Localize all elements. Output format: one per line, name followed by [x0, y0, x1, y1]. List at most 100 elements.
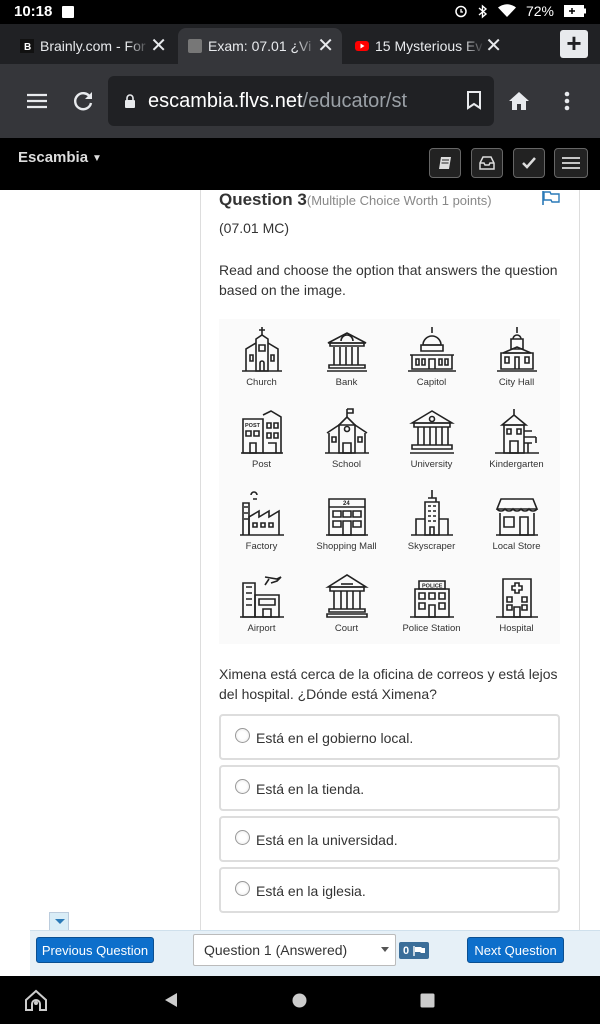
- tab-title: Exam: 07.01 ¿Vi: [208, 38, 312, 54]
- bank-icon: [326, 332, 367, 372]
- flag-icon: [413, 945, 426, 956]
- tab-youtube[interactable]: 15 Mysterious Ev ✕: [345, 28, 510, 64]
- menu-icon[interactable]: [22, 86, 52, 116]
- close-tab-icon[interactable]: ✕: [485, 36, 502, 56]
- answer-option-2[interactable]: Está en la tienda.: [219, 765, 560, 811]
- reload-icon[interactable]: [68, 86, 98, 116]
- home-launcher-icon[interactable]: [24, 989, 48, 1011]
- building-label: Bank: [335, 377, 358, 388]
- flag-question-icon[interactable]: [541, 190, 561, 206]
- new-tab-button[interactable]: +: [560, 30, 588, 58]
- brand-dropdown[interactable]: Escambia ▼: [18, 149, 102, 166]
- youtube-favicon-icon: [355, 39, 369, 53]
- dropdown-arrow-icon: [381, 947, 389, 952]
- collapse-toggle[interactable]: [49, 912, 69, 930]
- home-circle-icon[interactable]: [292, 993, 307, 1008]
- question-select[interactable]: Question 1 (Answered): [193, 934, 396, 966]
- hamburger-button[interactable]: [554, 148, 588, 178]
- battery-icon: [564, 5, 586, 17]
- question-select-value: Question 1 (Answered): [204, 942, 348, 958]
- url-path: /educator/st: [302, 89, 408, 112]
- church-tile: Church: [219, 319, 304, 401]
- tab-title: 15 Mysterious Ev: [375, 38, 483, 54]
- question-instruction: Read and choose the option that answers …: [219, 262, 558, 298]
- recents-icon[interactable]: [420, 993, 435, 1008]
- radio-button[interactable]: [235, 779, 250, 794]
- building-label: Shopping Mall: [316, 541, 377, 552]
- building-label: Police Station: [402, 623, 461, 634]
- building-label: Airport: [247, 623, 276, 634]
- answer-option-4[interactable]: Está en la iglesia.: [219, 867, 560, 913]
- building-label: Post: [251, 459, 271, 470]
- radio-button[interactable]: [235, 830, 250, 845]
- main-content: Question 3(Multiple Choice Worth 1 point…: [0, 190, 600, 976]
- building-label: Hospital: [499, 623, 534, 634]
- skyscraper-tile: Skyscraper: [389, 483, 474, 565]
- local-store-icon: [495, 498, 538, 536]
- inbox-button[interactable]: [471, 148, 503, 178]
- caret-down-icon: [55, 919, 65, 924]
- bluetooth-icon: [478, 3, 488, 19]
- church-icon: [241, 327, 282, 372]
- battery-percent: 72%: [525, 3, 554, 19]
- status-bar: 10:18 72%: [0, 0, 600, 24]
- question-worth: (Multiple Choice Worth 1 points): [306, 193, 492, 208]
- bookmark-icon[interactable]: [466, 90, 482, 110]
- book-icon: [439, 157, 451, 169]
- back-icon[interactable]: [163, 992, 179, 1008]
- city-hall-tile: City Hall: [474, 319, 559, 401]
- tab-exam[interactable]: Exam: 07.01 ¿Vi ✕: [178, 28, 342, 64]
- system-nav-bar: [0, 976, 600, 1024]
- shopping-mall-icon: 24: [325, 498, 368, 536]
- answer-option-3[interactable]: Está en la universidad.: [219, 816, 560, 862]
- post-office-icon: POST: [240, 410, 283, 454]
- tab-bar: B Brainly.com - For ✕ Exam: 07.01 ¿Vi ✕ …: [0, 24, 600, 64]
- brand-label: Escambia: [18, 149, 89, 166]
- close-tab-icon[interactable]: ✕: [317, 36, 334, 56]
- factory-icon: [239, 491, 284, 536]
- question-number: Question 3: [219, 190, 307, 209]
- more-options-icon[interactable]: [552, 86, 582, 116]
- kindergarten-icon: [494, 409, 539, 454]
- previous-question-button[interactable]: Previous Question: [36, 937, 154, 963]
- post-sign: POST: [245, 423, 261, 429]
- flag-count: 0: [403, 944, 410, 957]
- flag-count-badge[interactable]: 0: [399, 942, 429, 959]
- alarm-icon: [455, 5, 467, 18]
- building-label: University: [410, 459, 453, 470]
- option-text: Está en la tienda.: [256, 781, 365, 797]
- next-question-button[interactable]: Next Question: [467, 937, 564, 963]
- building-label: Kindergarten: [489, 459, 544, 470]
- lock-icon: [125, 94, 135, 108]
- option-text: Está en el gobierno local.: [256, 730, 414, 746]
- airport-icon: [239, 576, 284, 618]
- tab-brainly[interactable]: B Brainly.com - For ✕: [10, 28, 175, 64]
- skyscraper-icon: [410, 490, 453, 536]
- radio-button[interactable]: [235, 881, 250, 896]
- mall-sign: 24: [343, 501, 350, 507]
- home-icon[interactable]: [504, 86, 534, 116]
- school-icon: [324, 408, 369, 454]
- address-bar[interactable]: escambia.flvs.net/educator/st: [108, 76, 494, 126]
- building-label: Capitol: [416, 377, 447, 388]
- answer-option-1[interactable]: Está en el gobierno local.: [219, 714, 560, 760]
- wifi-icon: [497, 4, 516, 17]
- book-button[interactable]: [429, 148, 461, 178]
- capitol-tile: Capitol: [389, 319, 474, 401]
- building-label: Local Store: [492, 541, 541, 552]
- question-prompt: Ximena está cerca de la oficina de corre…: [219, 666, 558, 702]
- check-button[interactable]: [513, 148, 545, 178]
- city-hall-icon: [496, 327, 537, 372]
- radio-button[interactable]: [235, 728, 250, 743]
- site-nav: Escambia ▼: [0, 138, 600, 190]
- browser-toolbar: escambia.flvs.net/educator/st: [0, 64, 600, 138]
- buildings-image: Church Bank Capitol City Hall POST Post …: [219, 319, 560, 644]
- question-heading: Question 3(Multiple Choice Worth 1 point…: [219, 190, 492, 210]
- building-label: Skyscraper: [407, 541, 456, 552]
- close-tab-icon[interactable]: ✕: [150, 36, 167, 56]
- building-label: Factory: [245, 541, 278, 552]
- capitol-icon: [407, 327, 456, 372]
- kindergarten-tile: Kindergarten: [474, 401, 559, 483]
- bank-tile: Bank: [304, 319, 389, 401]
- url-text[interactable]: escambia.flvs.net/educator/st: [148, 90, 443, 113]
